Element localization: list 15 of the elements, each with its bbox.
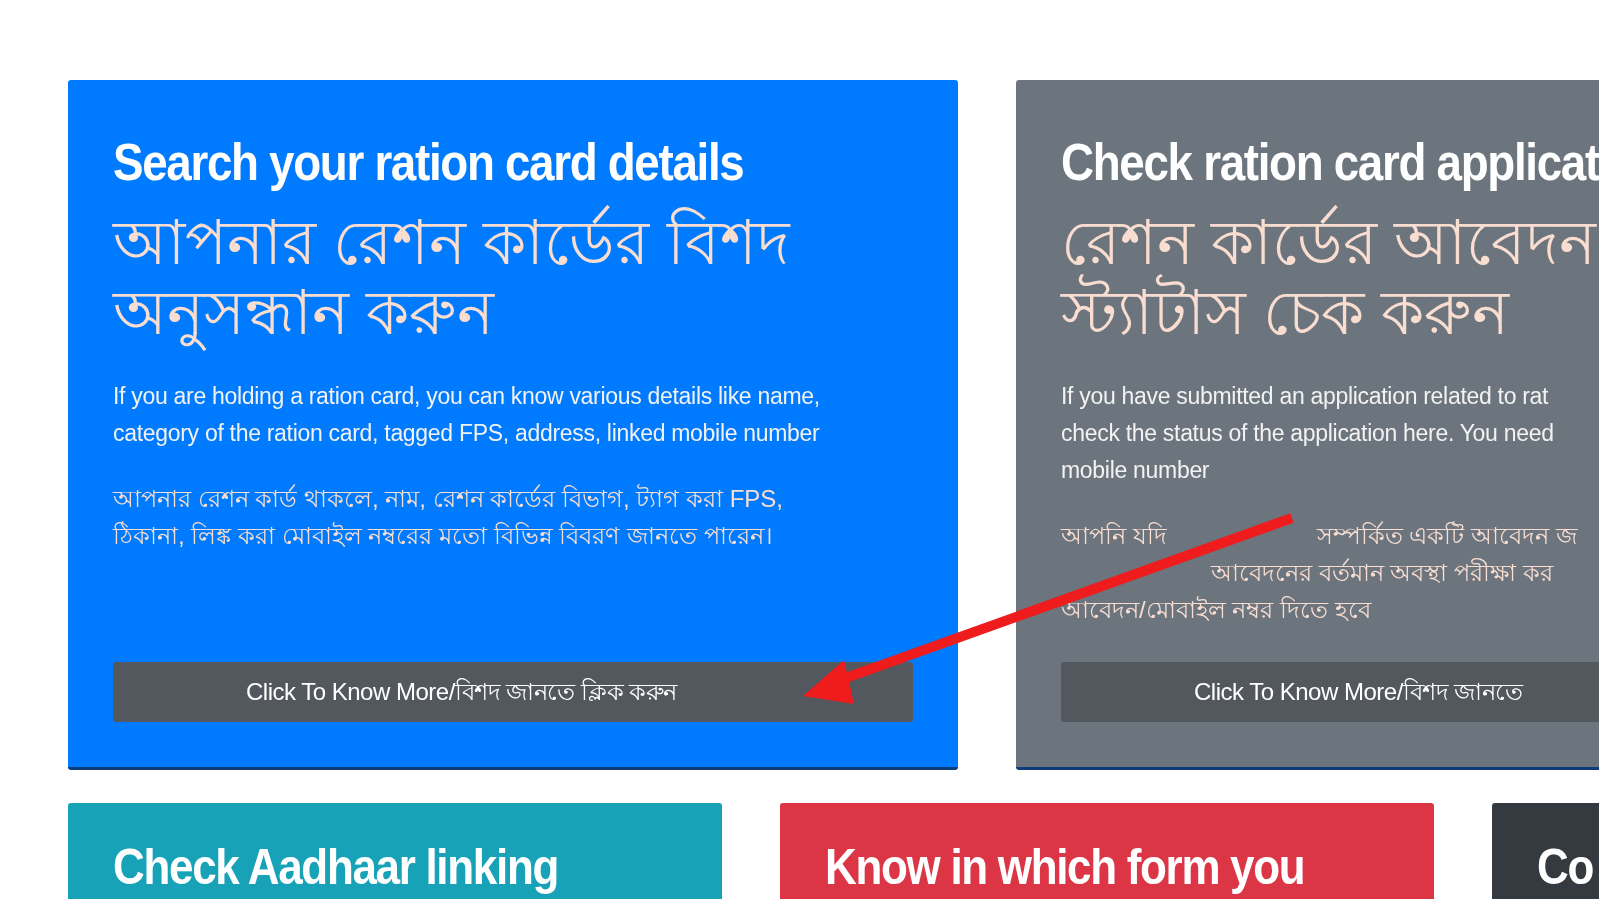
card-description-bengali: সম্পর্কিত একটি আবেদন জ — [1316, 520, 1577, 551]
card-description: If you are holding a ration card, you can know various details like name, category of the ration card, tagged FPS, address, linked mobile number — [113, 382, 820, 448]
know-more-button[interactable]: Click To Know More/বিশদ জানতে ক্লিক করুন — [113, 662, 913, 722]
card-description: If you have submitted an application related to rat check the status of the application here. You need mobile number — [1061, 382, 1554, 485]
know-more-button[interactable]: Click To Know More/বিশদ জানতে — [1061, 662, 1599, 722]
card-title: Know in which form you — [825, 841, 1305, 893]
card-title: Check ration card applicat — [1061, 132, 1599, 193]
card-description-bengali: আবেদনের বর্তমান অবস্থা পরীক্ষা কর — [1211, 557, 1553, 588]
card-title: Co — [1537, 841, 1593, 893]
card-description-bengali: আপনি যদি — [1061, 520, 1167, 551]
card-title: Search your ration card details — [113, 132, 744, 193]
card-description-bengali: আবেদন/মোবাইল নম্বর দিতে হবে — [1061, 594, 1371, 625]
card-title: Check Aadhaar linking — [113, 841, 558, 893]
card-description-bengali: ঠিকানা, লিঙ্ক করা মোবাইল নম্বরের মতো বিভিন্ন বিবরণ জানতে পারেন। — [113, 520, 773, 551]
card-description-bengali: আপনার রেশন কার্ড থাকলে, নাম, রেশন কার্ডের বিভাগ, ট্যাগ করা FPS, — [113, 483, 784, 514]
